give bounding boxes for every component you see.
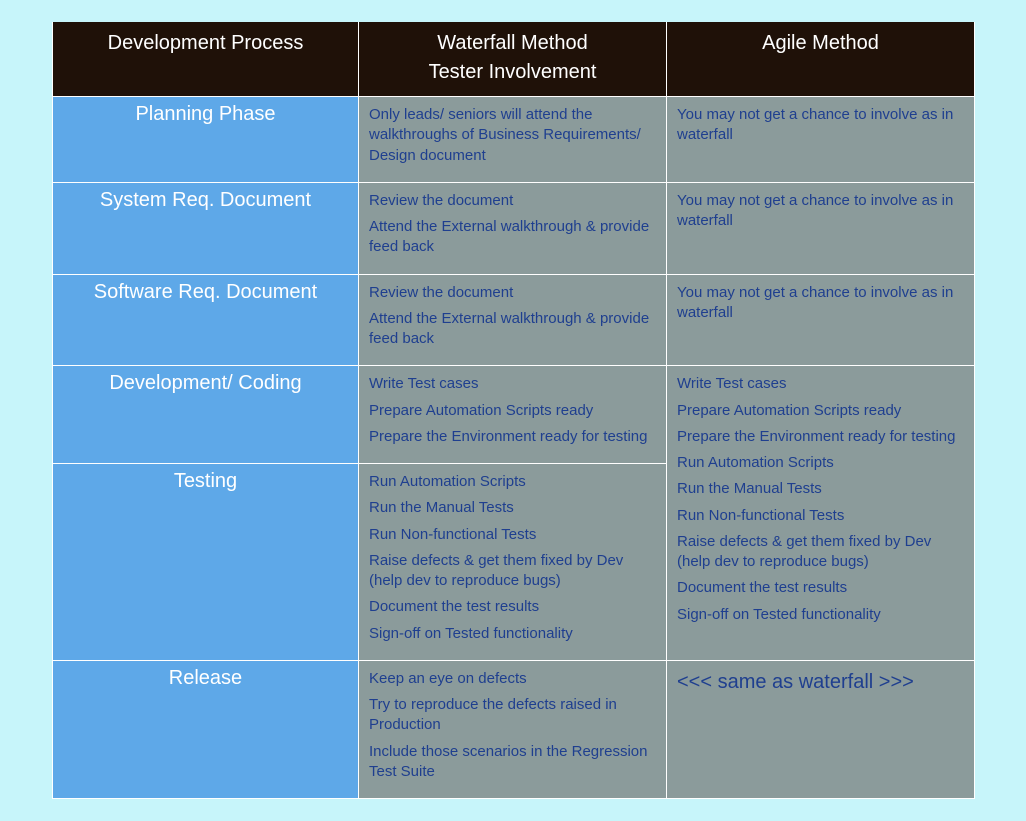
- header-waterfall-line2: Tester Involvement: [367, 61, 658, 84]
- phase-sysreq: System Req. Document: [53, 182, 359, 274]
- comparison-table: Development Process Waterfall Method Tes…: [52, 22, 975, 799]
- row-dev: Development/ Coding Write Test cases Pre…: [53, 366, 975, 464]
- agile-swreq: You may not get a chance to involve as i…: [667, 274, 975, 366]
- row-release: Release Keep an eye on defects Try to re…: [53, 660, 975, 798]
- text: Run Automation Scripts: [369, 472, 656, 492]
- text: Run the Manual Tests: [369, 498, 656, 518]
- text: Prepare Automation Scripts ready: [369, 401, 656, 421]
- header-waterfall: Waterfall Method Tester Involvement: [359, 22, 667, 97]
- text: Run Non-functional Tests: [369, 525, 656, 545]
- text: You may not get a chance to involve as i…: [677, 105, 964, 146]
- text: Review the document: [369, 283, 656, 303]
- text: Include those scenarios in the Regressio…: [369, 742, 656, 783]
- text: Raise defects & get them fixed by Dev (h…: [369, 551, 656, 592]
- text: Sign-off on Tested functionality: [677, 605, 964, 625]
- waterfall-testing: Run Automation Scripts Run the Manual Te…: [359, 464, 667, 661]
- same-as-waterfall-note: <<< same as waterfall >>>: [677, 669, 964, 696]
- text: Document the test results: [677, 578, 964, 598]
- agile-dev-testing-merged: Write Test cases Prepare Automation Scri…: [667, 366, 975, 661]
- waterfall-planning: Only leads/ seniors will attend the walk…: [359, 97, 667, 183]
- text: Prepare Automation Scripts ready: [677, 401, 964, 421]
- text: You may not get a chance to involve as i…: [677, 283, 964, 324]
- text: Raise defects & get them fixed by Dev (h…: [677, 532, 964, 573]
- text: Keep an eye on defects: [369, 669, 656, 689]
- text: Write Test cases: [677, 374, 964, 394]
- page-container: Development Process Waterfall Method Tes…: [0, 0, 1026, 821]
- text: Run the Manual Tests: [677, 479, 964, 499]
- row-sysreq: System Req. Document Review the document…: [53, 182, 975, 274]
- text: Sign-off on Tested functionality: [369, 624, 656, 644]
- text: You may not get a chance to involve as i…: [677, 191, 964, 232]
- phase-release: Release: [53, 660, 359, 798]
- text: Run Non-functional Tests: [677, 506, 964, 526]
- agile-planning: You may not get a chance to involve as i…: [667, 97, 975, 183]
- header-agile: Agile Method: [667, 22, 975, 97]
- waterfall-sysreq: Review the document Attend the External …: [359, 182, 667, 274]
- waterfall-release: Keep an eye on defects Try to reproduce …: [359, 660, 667, 798]
- text: Attend the External walkthrough & provid…: [369, 309, 656, 350]
- waterfall-swreq: Review the document Attend the External …: [359, 274, 667, 366]
- phase-swreq: Software Req. Document: [53, 274, 359, 366]
- text: Try to reproduce the defects raised in P…: [369, 695, 656, 736]
- text: Prepare the Environment ready for testin…: [369, 427, 656, 447]
- text: Document the test results: [369, 597, 656, 617]
- header-process: Development Process: [53, 22, 359, 97]
- waterfall-dev: Write Test cases Prepare Automation Scri…: [359, 366, 667, 464]
- text: Run Automation Scripts: [677, 453, 964, 473]
- header-waterfall-line1: Waterfall Method: [437, 32, 587, 54]
- text: Only leads/ seniors will attend the walk…: [369, 105, 656, 166]
- phase-dev: Development/ Coding: [53, 366, 359, 464]
- agile-sysreq: You may not get a chance to involve as i…: [667, 182, 975, 274]
- agile-release: <<< same as waterfall >>>: [667, 660, 975, 798]
- phase-planning: Planning Phase: [53, 97, 359, 183]
- text: Prepare the Environment ready for testin…: [677, 427, 964, 447]
- text: Attend the External walkthrough & provid…: [369, 217, 656, 258]
- text: Write Test cases: [369, 374, 656, 394]
- row-planning: Planning Phase Only leads/ seniors will …: [53, 97, 975, 183]
- table-header: Development Process Waterfall Method Tes…: [53, 22, 975, 97]
- text: Review the document: [369, 191, 656, 211]
- row-swreq: Software Req. Document Review the docume…: [53, 274, 975, 366]
- phase-testing: Testing: [53, 464, 359, 661]
